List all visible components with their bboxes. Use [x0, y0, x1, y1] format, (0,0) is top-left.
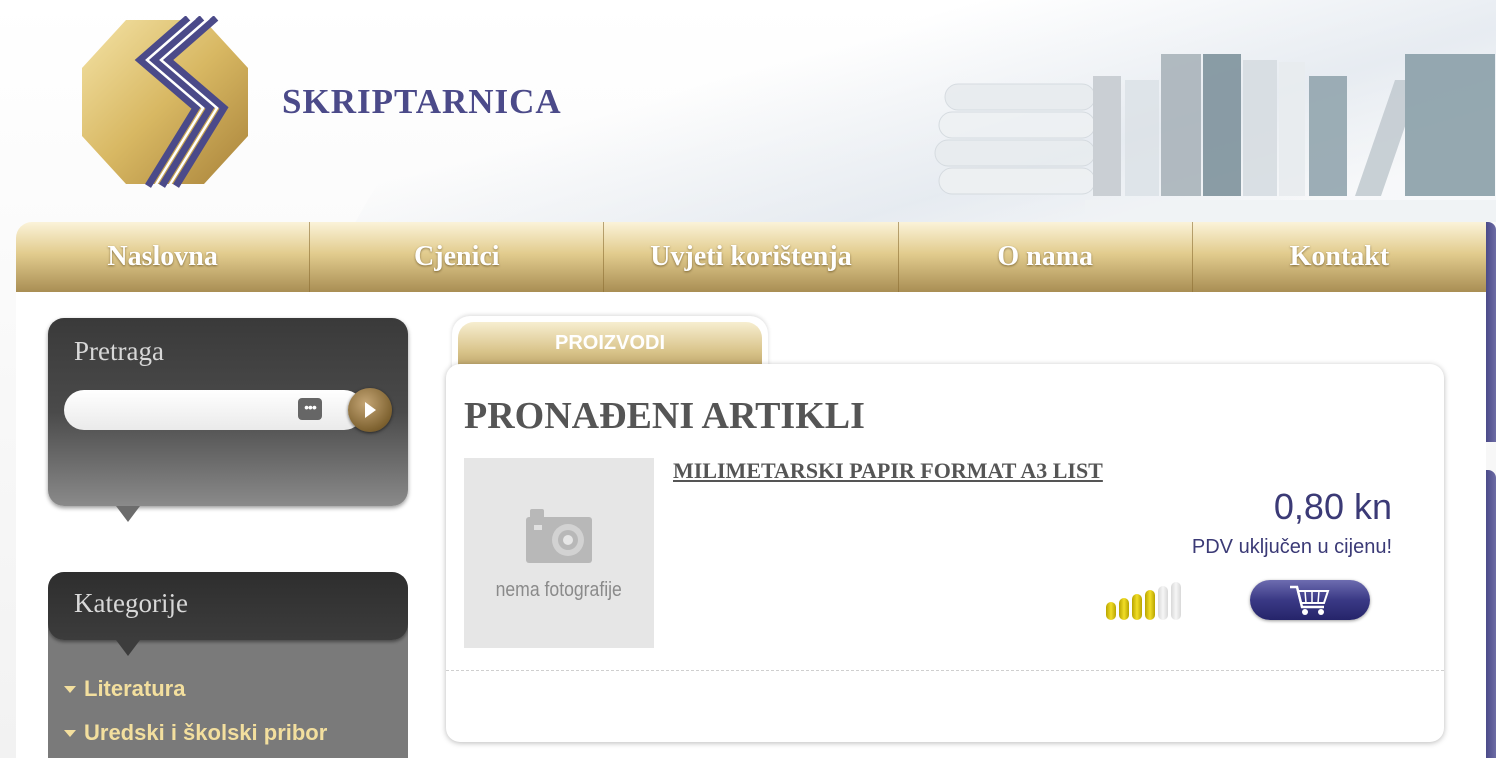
categories-pointer — [116, 640, 140, 656]
search-submit-button[interactable] — [348, 388, 392, 432]
play-arrow-icon — [365, 402, 376, 418]
vat-note: PDV uključen u cijenu! — [1191, 536, 1392, 558]
stock-bar-filled — [1132, 594, 1142, 620]
category-literatura[interactable]: Literatura — [64, 676, 185, 702]
nav-item-kontakt[interactable]: Kontakt — [1193, 222, 1486, 292]
product-price: 0,80 kn — [1273, 486, 1392, 527]
ellipsis-icon[interactable]: ••• — [298, 398, 322, 420]
nav-item-o-nama[interactable]: O nama — [899, 222, 1193, 292]
stock-bar-filled — [1119, 598, 1129, 620]
no-image-label: nema fotografije — [495, 578, 623, 601]
stock-level-indicator — [1106, 582, 1181, 620]
product-divider — [446, 670, 1444, 671]
stock-bar-empty — [1158, 586, 1168, 620]
categories-title: Kategorije — [74, 588, 188, 618]
categories-header: Kategorije — [48, 572, 408, 640]
brand-name: SKRIPTARNICA — [282, 82, 562, 121]
page-title: PRONAĐENI ARTIKLI — [464, 395, 865, 437]
product-name-link[interactable]: MILIMETARSKI PAPIR FORMAT A3 LIST — [673, 458, 1103, 484]
category-label: Uredski i školski pribor — [84, 720, 328, 745]
nav-item-cjenici[interactable]: Cjenici — [310, 222, 605, 292]
right-edge-decoration — [1486, 222, 1496, 442]
right-edge-decoration-lower — [1486, 470, 1496, 758]
stock-bar-filled — [1145, 590, 1155, 620]
books-illustration — [925, 40, 1496, 222]
product-image-placeholder[interactable]: nema fotografije — [464, 458, 654, 648]
nav-item-naslovna[interactable]: Naslovna — [16, 222, 311, 292]
camera-icon — [526, 508, 592, 563]
stock-bar-filled — [1106, 602, 1116, 620]
shopping-cart-icon — [1290, 585, 1330, 615]
search-widget: Pretraga ••• — [48, 318, 408, 522]
caret-down-icon — [64, 729, 76, 737]
stock-bar-empty — [1171, 582, 1181, 620]
add-to-cart-button[interactable] — [1250, 580, 1370, 620]
skriptarnica-logo-icon[interactable] — [78, 15, 252, 193]
search-title: Pretraga — [74, 336, 164, 366]
nav-item-uvjeti-koristenja[interactable]: Uvjeti korištenja — [604, 222, 899, 292]
caret-down-icon — [64, 685, 76, 693]
categories-widget: Kategorije Literatura Uredski i školski … — [48, 572, 408, 758]
category-uredski-i-skolski-pribor[interactable]: Uredski i školski pribor — [64, 720, 327, 746]
category-label: Literatura — [84, 676, 186, 701]
main-navigation: Naslovna Cjenici Uvjeti korištenja O nam… — [16, 222, 1486, 292]
site-header: SKRIPTARNICA — [0, 0, 1496, 222]
